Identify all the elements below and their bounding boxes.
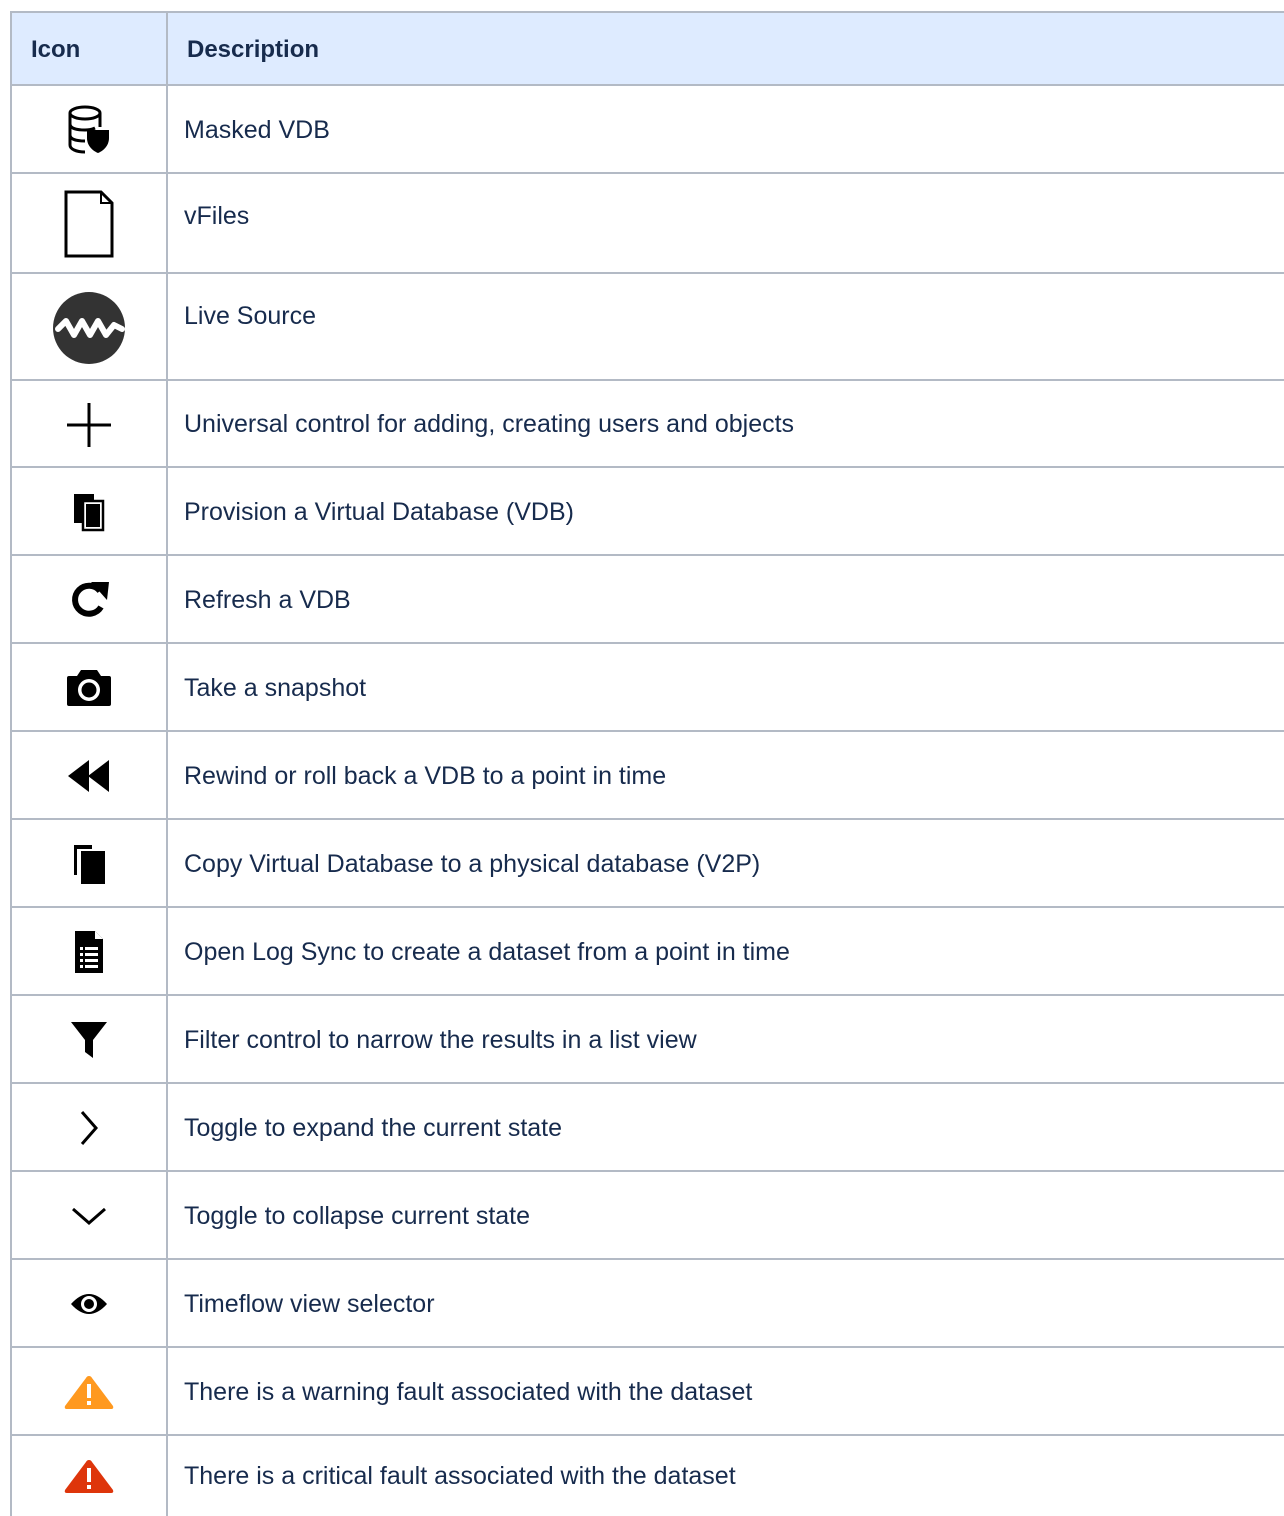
table-row: Provision a Virtual Database (VDB) xyxy=(10,468,1284,556)
header-icon: Icon xyxy=(10,13,166,86)
table-row: Filter control to narrow the results in … xyxy=(10,996,1284,1084)
table-row: There is a warning fault associated with… xyxy=(10,1348,1284,1436)
table-row: Universal control for adding, creating u… xyxy=(10,381,1284,468)
row-description: Copy Virtual Database to a physical data… xyxy=(166,820,1284,908)
table-row: Toggle to collapse current state xyxy=(10,1172,1284,1260)
table-row: There is a critical fault associated wit… xyxy=(10,1436,1284,1516)
filter-icon xyxy=(71,1022,107,1058)
table-row: Timeflow view selector xyxy=(10,1260,1284,1348)
header-description: Description xyxy=(166,13,1284,86)
table-row: Live Source xyxy=(10,274,1284,381)
provision-vdb-icon xyxy=(74,494,105,532)
row-description: There is a critical fault associated wit… xyxy=(166,1436,1284,1516)
table-row: Toggle to expand the current state xyxy=(10,1084,1284,1172)
row-description: Open Log Sync to create a dataset from a… xyxy=(166,908,1284,996)
icon-table: Icon Description Masked VDB vFiles Live … xyxy=(10,11,1284,1516)
table-row: Refresh a VDB xyxy=(10,556,1284,644)
row-description: Refresh a VDB xyxy=(166,556,1284,644)
row-description: Masked VDB xyxy=(166,86,1284,174)
chevron-down-icon xyxy=(72,1207,106,1225)
chevron-right-icon xyxy=(80,1111,98,1145)
row-description: Provision a Virtual Database (VDB) xyxy=(166,468,1284,556)
table-row: Copy Virtual Database to a physical data… xyxy=(10,820,1284,908)
row-description: Timeflow view selector xyxy=(166,1260,1284,1348)
row-description: Take a snapshot xyxy=(166,644,1284,732)
table-row: Open Log Sync to create a dataset from a… xyxy=(10,908,1284,996)
copy-v2p-icon xyxy=(74,845,105,884)
warning-icon xyxy=(64,1376,114,1409)
camera-icon xyxy=(67,670,111,706)
refresh-icon xyxy=(72,582,109,617)
plus-icon xyxy=(67,402,111,447)
masked-vdb-icon xyxy=(68,105,109,154)
critical-icon xyxy=(64,1460,114,1493)
row-description: There is a warning fault associated with… xyxy=(166,1348,1284,1436)
row-description: Filter control to narrow the results in … xyxy=(166,996,1284,1084)
row-description: Toggle to collapse current state xyxy=(166,1172,1284,1260)
row-description: Universal control for adding, creating u… xyxy=(166,381,1284,468)
eye-icon xyxy=(71,1294,107,1314)
log-sync-icon xyxy=(75,931,103,973)
table-row: Masked VDB xyxy=(10,86,1284,174)
table-row: vFiles xyxy=(10,174,1284,274)
table-header-row: Icon Description xyxy=(10,13,1284,86)
vfiles-icon xyxy=(64,190,114,258)
row-description: Toggle to expand the current state xyxy=(166,1084,1284,1172)
table-row: Rewind or roll back a VDB to a point in … xyxy=(10,732,1284,820)
row-description: vFiles xyxy=(166,174,1284,274)
row-description: Live Source xyxy=(166,274,1284,381)
table-row: Take a snapshot xyxy=(10,644,1284,732)
row-description: Rewind or roll back a VDB to a point in … xyxy=(166,732,1284,820)
live-source-icon xyxy=(53,291,125,364)
rewind-icon xyxy=(68,760,109,792)
